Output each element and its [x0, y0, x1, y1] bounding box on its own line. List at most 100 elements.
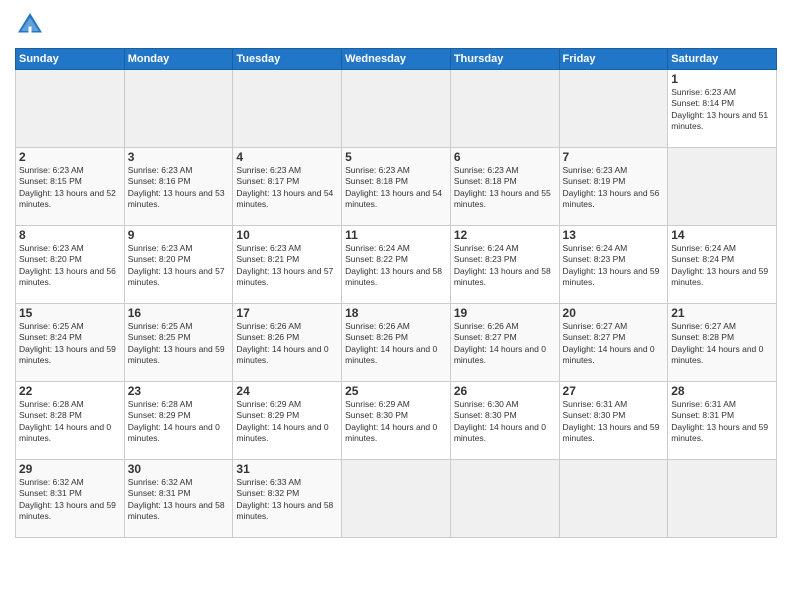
weekday-header-thursday: Thursday	[450, 49, 559, 70]
calendar-cell	[668, 460, 777, 538]
weekday-header-monday: Monday	[124, 49, 233, 70]
day-info: Sunrise: 6:25 AMSunset: 8:24 PMDaylight:…	[19, 321, 121, 367]
day-info: Sunrise: 6:25 AMSunset: 8:25 PMDaylight:…	[128, 321, 230, 367]
day-number: 14	[671, 228, 773, 242]
calendar-cell: 24Sunrise: 6:29 AMSunset: 8:29 PMDayligh…	[233, 382, 342, 460]
day-number: 13	[563, 228, 665, 242]
day-info: Sunrise: 6:23 AMSunset: 8:20 PMDaylight:…	[19, 243, 121, 289]
day-number: 10	[236, 228, 338, 242]
calendar-cell: 29Sunrise: 6:32 AMSunset: 8:31 PMDayligh…	[16, 460, 125, 538]
day-number: 26	[454, 384, 556, 398]
calendar-cell: 20Sunrise: 6:27 AMSunset: 8:27 PMDayligh…	[559, 304, 668, 382]
day-number: 23	[128, 384, 230, 398]
day-number: 8	[19, 228, 121, 242]
day-number: 1	[671, 72, 773, 86]
day-number: 18	[345, 306, 447, 320]
page-header	[15, 10, 777, 40]
day-number: 4	[236, 150, 338, 164]
calendar-cell: 3Sunrise: 6:23 AMSunset: 8:16 PMDaylight…	[124, 148, 233, 226]
calendar-cell	[450, 70, 559, 148]
day-info: Sunrise: 6:23 AMSunset: 8:21 PMDaylight:…	[236, 243, 338, 289]
calendar-cell: 13Sunrise: 6:24 AMSunset: 8:23 PMDayligh…	[559, 226, 668, 304]
calendar-cell: 14Sunrise: 6:24 AMSunset: 8:24 PMDayligh…	[668, 226, 777, 304]
day-number: 28	[671, 384, 773, 398]
day-info: Sunrise: 6:23 AMSunset: 8:18 PMDaylight:…	[345, 165, 447, 211]
calendar-cell	[450, 460, 559, 538]
calendar-cell-empty	[668, 148, 777, 226]
day-info: Sunrise: 6:23 AMSunset: 8:16 PMDaylight:…	[128, 165, 230, 211]
calendar-cell: 16Sunrise: 6:25 AMSunset: 8:25 PMDayligh…	[124, 304, 233, 382]
day-number: 5	[345, 150, 447, 164]
day-number: 6	[454, 150, 556, 164]
day-info: Sunrise: 6:23 AMSunset: 8:19 PMDaylight:…	[563, 165, 665, 211]
calendar-cell: 21Sunrise: 6:27 AMSunset: 8:28 PMDayligh…	[668, 304, 777, 382]
calendar-cell: 19Sunrise: 6:26 AMSunset: 8:27 PMDayligh…	[450, 304, 559, 382]
calendar-cell	[342, 70, 451, 148]
calendar-cell: 10Sunrise: 6:23 AMSunset: 8:21 PMDayligh…	[233, 226, 342, 304]
day-number: 16	[128, 306, 230, 320]
calendar-cell: 11Sunrise: 6:24 AMSunset: 8:22 PMDayligh…	[342, 226, 451, 304]
calendar-cell: 5Sunrise: 6:23 AMSunset: 8:18 PMDaylight…	[342, 148, 451, 226]
calendar-cell: 6Sunrise: 6:23 AMSunset: 8:18 PMDaylight…	[450, 148, 559, 226]
calendar-cell: 26Sunrise: 6:30 AMSunset: 8:30 PMDayligh…	[450, 382, 559, 460]
calendar-week-4: 15Sunrise: 6:25 AMSunset: 8:24 PMDayligh…	[16, 304, 777, 382]
day-number: 3	[128, 150, 230, 164]
calendar-week-2: 2Sunrise: 6:23 AMSunset: 8:15 PMDaylight…	[16, 148, 777, 226]
calendar-cell: 18Sunrise: 6:26 AMSunset: 8:26 PMDayligh…	[342, 304, 451, 382]
day-number: 25	[345, 384, 447, 398]
calendar-cell	[233, 70, 342, 148]
day-info: Sunrise: 6:28 AMSunset: 8:29 PMDaylight:…	[128, 399, 230, 445]
weekday-header-sunday: Sunday	[16, 49, 125, 70]
calendar-week-3: 8Sunrise: 6:23 AMSunset: 8:20 PMDaylight…	[16, 226, 777, 304]
calendar-cell	[559, 460, 668, 538]
calendar-cell: 12Sunrise: 6:24 AMSunset: 8:23 PMDayligh…	[450, 226, 559, 304]
day-info: Sunrise: 6:32 AMSunset: 8:31 PMDaylight:…	[128, 477, 230, 523]
day-number: 22	[19, 384, 121, 398]
day-number: 20	[563, 306, 665, 320]
weekday-header-saturday: Saturday	[668, 49, 777, 70]
weekday-header-tuesday: Tuesday	[233, 49, 342, 70]
day-info: Sunrise: 6:30 AMSunset: 8:30 PMDaylight:…	[454, 399, 556, 445]
day-info: Sunrise: 6:31 AMSunset: 8:31 PMDaylight:…	[671, 399, 773, 445]
day-info: Sunrise: 6:26 AMSunset: 8:27 PMDaylight:…	[454, 321, 556, 367]
day-number: 24	[236, 384, 338, 398]
calendar-cell: 22Sunrise: 6:28 AMSunset: 8:28 PMDayligh…	[16, 382, 125, 460]
day-info: Sunrise: 6:24 AMSunset: 8:24 PMDaylight:…	[671, 243, 773, 289]
day-number: 19	[454, 306, 556, 320]
calendar-cell: 30Sunrise: 6:32 AMSunset: 8:31 PMDayligh…	[124, 460, 233, 538]
day-number: 7	[563, 150, 665, 164]
calendar-cell	[342, 460, 451, 538]
calendar-cell: 9Sunrise: 6:23 AMSunset: 8:20 PMDaylight…	[124, 226, 233, 304]
calendar-cell: 17Sunrise: 6:26 AMSunset: 8:26 PMDayligh…	[233, 304, 342, 382]
day-info: Sunrise: 6:26 AMSunset: 8:26 PMDaylight:…	[236, 321, 338, 367]
logo	[15, 10, 49, 40]
calendar-week-5: 22Sunrise: 6:28 AMSunset: 8:28 PMDayligh…	[16, 382, 777, 460]
calendar-cell: 1Sunrise: 6:23 AMSunset: 8:14 PMDaylight…	[668, 70, 777, 148]
calendar-week-6: 29Sunrise: 6:32 AMSunset: 8:31 PMDayligh…	[16, 460, 777, 538]
day-number: 11	[345, 228, 447, 242]
page-container: SundayMondayTuesdayWednesdayThursdayFrid…	[0, 0, 792, 612]
day-info: Sunrise: 6:23 AMSunset: 8:18 PMDaylight:…	[454, 165, 556, 211]
logo-icon	[15, 10, 45, 40]
day-info: Sunrise: 6:33 AMSunset: 8:32 PMDaylight:…	[236, 477, 338, 523]
day-info: Sunrise: 6:24 AMSunset: 8:23 PMDaylight:…	[563, 243, 665, 289]
day-info: Sunrise: 6:23 AMSunset: 8:20 PMDaylight:…	[128, 243, 230, 289]
day-info: Sunrise: 6:23 AMSunset: 8:17 PMDaylight:…	[236, 165, 338, 211]
calendar-cell: 25Sunrise: 6:29 AMSunset: 8:30 PMDayligh…	[342, 382, 451, 460]
calendar-week-1: 1Sunrise: 6:23 AMSunset: 8:14 PMDaylight…	[16, 70, 777, 148]
day-info: Sunrise: 6:27 AMSunset: 8:28 PMDaylight:…	[671, 321, 773, 367]
weekday-header-friday: Friday	[559, 49, 668, 70]
day-info: Sunrise: 6:27 AMSunset: 8:27 PMDaylight:…	[563, 321, 665, 367]
weekday-header-wednesday: Wednesday	[342, 49, 451, 70]
calendar-table: SundayMondayTuesdayWednesdayThursdayFrid…	[15, 48, 777, 538]
calendar-cell	[16, 70, 125, 148]
day-info: Sunrise: 6:28 AMSunset: 8:28 PMDaylight:…	[19, 399, 121, 445]
calendar-cell	[559, 70, 668, 148]
day-info: Sunrise: 6:31 AMSunset: 8:30 PMDaylight:…	[563, 399, 665, 445]
day-number: 17	[236, 306, 338, 320]
calendar-cell: 28Sunrise: 6:31 AMSunset: 8:31 PMDayligh…	[668, 382, 777, 460]
calendar-cell: 2Sunrise: 6:23 AMSunset: 8:15 PMDaylight…	[16, 148, 125, 226]
day-number: 27	[563, 384, 665, 398]
day-info: Sunrise: 6:23 AMSunset: 8:15 PMDaylight:…	[19, 165, 121, 211]
calendar-cell: 4Sunrise: 6:23 AMSunset: 8:17 PMDaylight…	[233, 148, 342, 226]
